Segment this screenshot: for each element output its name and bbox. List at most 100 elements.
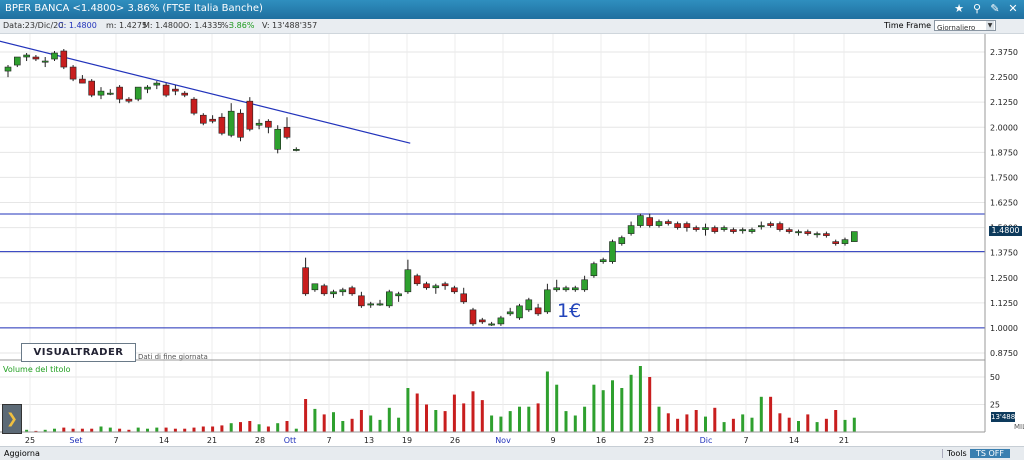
date-tick-label: Nov	[495, 436, 511, 445]
candle-body	[497, 317, 505, 325]
volume-bar	[397, 417, 401, 432]
volume-bar	[108, 427, 112, 432]
candle-body	[330, 291, 337, 295]
tool-icon[interactable]: ⚲	[969, 1, 985, 17]
volume-bar	[462, 403, 466, 432]
candle-body	[358, 295, 365, 307]
date-tick-label: 19	[402, 436, 412, 445]
candle-body	[720, 227, 728, 230]
candle-body	[190, 98, 198, 114]
volume-bar	[480, 400, 484, 432]
volume-bar	[211, 426, 215, 432]
candle-body	[581, 279, 588, 291]
candle-body	[274, 128, 282, 150]
timeframe-label: Time Frame	[884, 21, 932, 30]
info-date: Data:23/Dic/20	[3, 21, 64, 30]
info-pct: 3.86%	[229, 21, 255, 30]
volume-bar	[62, 427, 66, 432]
volume-bar	[843, 419, 847, 432]
candle-body	[534, 307, 542, 315]
price-tick-label: 1.2500	[990, 274, 1018, 283]
update-button[interactable]: Aggiorna	[4, 449, 40, 458]
price-tick-label: 1.6250	[990, 199, 1018, 208]
window-title: BPER BANCA <1.4800> 3.86% (FTSE Italia B…	[5, 3, 263, 14]
date-tick-label: 14	[159, 436, 169, 445]
volume-bar	[769, 396, 773, 432]
volume-bar	[852, 417, 856, 432]
candle-body	[460, 293, 468, 303]
volume-bar	[99, 426, 103, 432]
price-volume-chart[interactable]: 0.87501.00001.12501.25001.37501.50001.62…	[0, 34, 1024, 446]
candle-body	[404, 269, 412, 293]
volume-bar	[657, 406, 661, 432]
volume-bar	[694, 410, 698, 432]
candle-body	[367, 303, 375, 306]
info-volume: V: 13'488'357	[262, 21, 318, 30]
tools-button[interactable]: Tools	[942, 449, 971, 458]
candle-body	[553, 287, 561, 291]
date-tick-label: 7	[326, 436, 331, 445]
date-tick-label: 16	[596, 436, 606, 445]
volume-bar	[750, 417, 754, 432]
date-tick-label: 28	[255, 436, 265, 445]
volume-bars	[6, 366, 856, 432]
volume-bar	[601, 390, 605, 432]
volume-bar	[583, 406, 587, 432]
candle-body	[32, 56, 40, 60]
pencil-icon[interactable]: ✎	[987, 1, 1003, 17]
volume-bar	[387, 407, 391, 432]
chevron-down-icon[interactable]: ▼	[986, 21, 994, 30]
close-icon[interactable]: ✕	[1005, 1, 1021, 17]
volume-bar	[285, 421, 289, 432]
info-min: m: 1.4275	[106, 21, 148, 30]
candle-body	[637, 215, 644, 226]
candle-body	[181, 92, 188, 96]
candle-body	[525, 299, 533, 311]
vertical-gridlines	[29, 34, 845, 432]
price-tick-label: 1.1250	[990, 299, 1018, 308]
candle-body	[823, 233, 830, 236]
volume-tick-label: 50	[990, 373, 1000, 382]
candle-body	[227, 110, 235, 136]
candle-body	[116, 86, 123, 100]
candle-body	[209, 118, 216, 122]
candle-body	[441, 283, 449, 287]
candle-body	[339, 289, 347, 293]
candle-body	[60, 50, 68, 68]
volume-bar	[592, 384, 596, 432]
price-tick-label: 2.1250	[990, 98, 1018, 107]
candle-body	[432, 285, 440, 289]
date-tick-label: 14	[789, 436, 799, 445]
volume-bar	[806, 414, 810, 432]
volume-bar	[322, 414, 326, 432]
candle-body	[172, 88, 179, 92]
volume-bar	[759, 396, 763, 432]
candles	[4, 48, 858, 326]
candle-body	[413, 275, 421, 285]
candle-body	[748, 229, 756, 232]
candle-body	[850, 231, 858, 242]
price-tick-label: 1.3750	[990, 249, 1018, 258]
volume-bar	[713, 407, 717, 432]
star-icon[interactable]: ★	[951, 1, 967, 17]
volume-bar	[620, 388, 624, 432]
candle-body	[702, 227, 709, 230]
candle-body	[265, 120, 272, 128]
candle-body	[125, 98, 133, 102]
candle-body	[544, 289, 551, 313]
date-tick-label: 13	[364, 436, 374, 445]
date-tick-label: 26	[450, 436, 460, 445]
volume-bar	[313, 408, 317, 432]
volume-bar	[359, 410, 363, 432]
candle-body	[804, 231, 812, 234]
candle-body	[739, 229, 747, 232]
candle-body	[134, 86, 142, 100]
date-tick-label: 7	[743, 436, 748, 445]
volume-bar	[545, 371, 549, 432]
ts-off-button[interactable]: TS OFF	[970, 449, 1011, 458]
timeframe-select[interactable]: Giornaliero ▼	[934, 20, 996, 32]
candle-body	[711, 227, 719, 232]
date-tick-label: 21	[207, 436, 217, 445]
chevron-right-icon[interactable]: ❯	[2, 404, 22, 434]
date-tick-label: 9	[550, 436, 555, 445]
